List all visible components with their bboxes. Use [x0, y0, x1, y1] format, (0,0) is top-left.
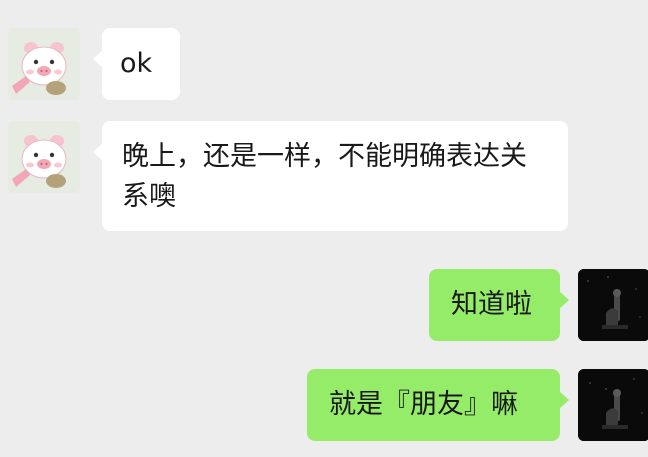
contact-avatar[interactable]	[8, 121, 80, 193]
message-text: 晚上，还是一样，不能明确表达关系噢	[122, 141, 527, 212]
pig-avatar-icon	[8, 28, 80, 100]
message-text: 就是『朋友』嘛	[329, 389, 518, 420]
message-bubble-outgoing[interactable]: 就是『朋友』嘛	[307, 369, 569, 441]
my-avatar[interactable]	[578, 269, 648, 341]
contact-avatar[interactable]	[8, 28, 80, 100]
pig-avatar-icon	[8, 121, 80, 193]
night-photo-avatar-icon	[578, 369, 648, 441]
my-avatar[interactable]	[578, 369, 648, 441]
message-bubble-incoming[interactable]: 晚上，还是一样，不能明确表达关系噢	[93, 121, 568, 231]
night-photo-avatar-icon	[578, 269, 648, 341]
message-text: ok	[120, 48, 153, 79]
message-bubble-incoming[interactable]: ok	[93, 28, 180, 100]
message-bubble-outgoing[interactable]: 知道啦	[429, 269, 569, 341]
message-text: 知道啦	[451, 289, 532, 320]
